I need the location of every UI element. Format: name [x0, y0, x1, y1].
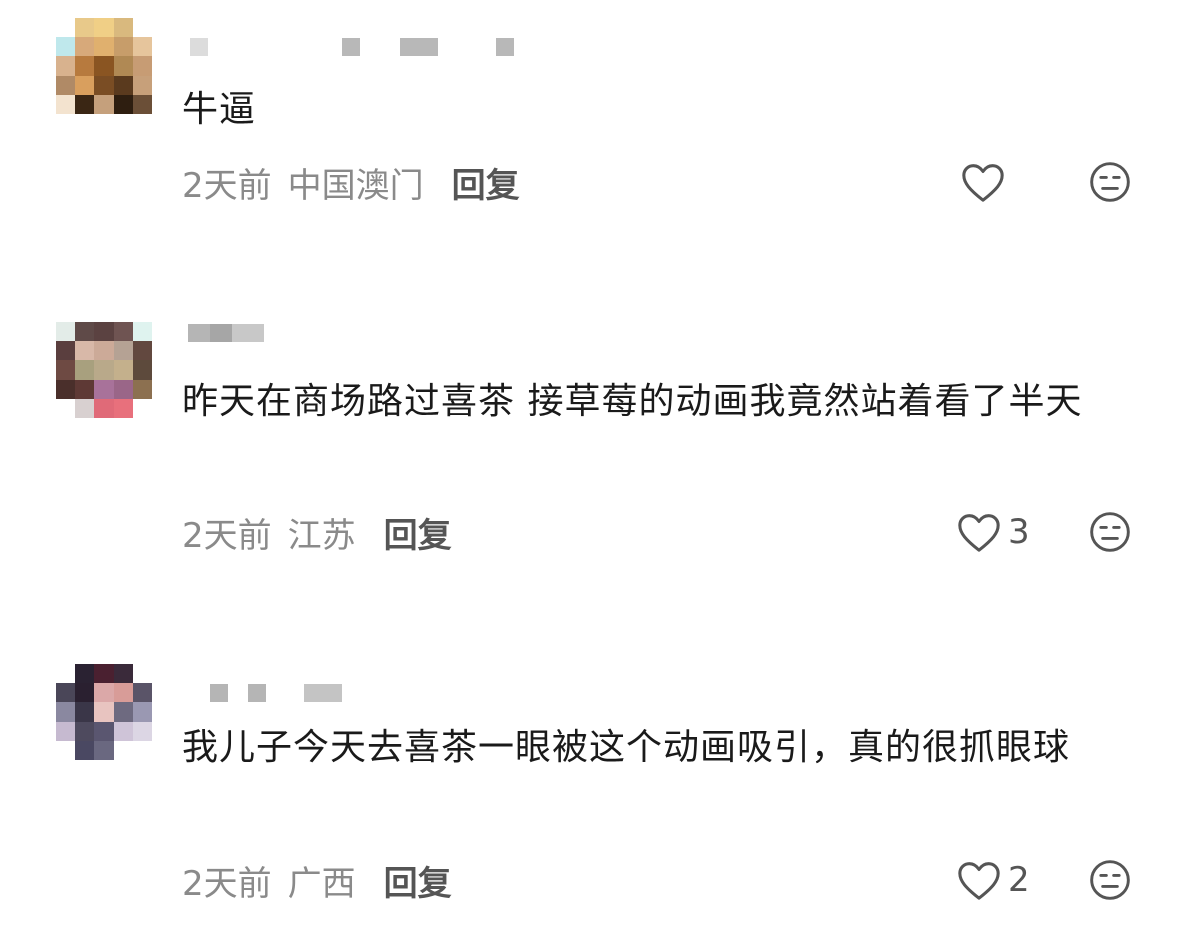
like-button[interactable]: 2 [956, 858, 1030, 902]
unamused-face-icon [1088, 160, 1132, 204]
comment-region: 江苏 [287, 515, 356, 556]
username-masked [182, 38, 522, 58]
like-count: 2 [1008, 860, 1030, 900]
reply-button[interactable]: 回复 [452, 158, 520, 207]
comment-time: 2天前 [182, 165, 272, 206]
comment-region: 中国澳门 [287, 165, 424, 206]
comment-region: 广西 [287, 863, 356, 904]
unamused-face-icon [1088, 510, 1132, 554]
heart-outline-icon [956, 858, 1002, 902]
comment-text: 昨天在商场路过喜茶 接草莓的动画我竟然站着看了半天 [182, 381, 1083, 422]
like-count: 3 [1008, 512, 1030, 552]
comment-meta: 2天前 广西 回复 [182, 856, 452, 905]
comment-item: 牛逼 2天前 中国澳门 回复 [0, 0, 1200, 250]
reply-button[interactable]: 回复 [384, 508, 452, 557]
comment-time: 2天前 [182, 515, 272, 556]
like-button[interactable]: 3 [956, 510, 1030, 554]
avatar[interactable] [56, 18, 152, 114]
comment-meta: 2天前 江苏 回复 [182, 508, 452, 557]
username-masked [182, 324, 302, 344]
dislike-button[interactable] [1088, 160, 1132, 204]
dislike-button[interactable] [1088, 510, 1132, 554]
comment-meta: 2天前 中国澳门 回复 [182, 158, 520, 207]
comment-item: 我儿子今天去喜茶一眼被这个动画吸引，真的很抓眼球 2天前 广西 回复 2 [0, 640, 1200, 925]
avatar[interactable] [56, 322, 152, 418]
heart-outline-icon [956, 510, 1002, 554]
comment-text: 我儿子今天去喜茶一眼被这个动画吸引，真的很抓眼球 [182, 727, 1071, 768]
dislike-button[interactable] [1088, 858, 1132, 902]
reply-button[interactable]: 回复 [384, 856, 452, 905]
unamused-face-icon [1088, 858, 1132, 902]
like-button[interactable] [960, 160, 1012, 204]
heart-outline-icon [960, 160, 1006, 204]
comment-text: 牛逼 [182, 89, 257, 130]
avatar[interactable] [56, 664, 152, 760]
comment-time: 2天前 [182, 863, 272, 904]
username-masked [182, 684, 362, 704]
comment-item: 昨天在商场路过喜茶 接草莓的动画我竟然站着看了半天 2天前 江苏 回复 3 [0, 300, 1200, 580]
